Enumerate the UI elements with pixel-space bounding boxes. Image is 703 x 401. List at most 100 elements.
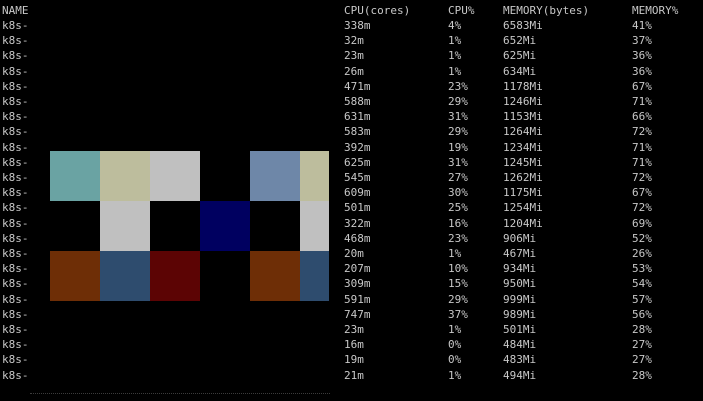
pod-name: k8s- <box>2 201 29 215</box>
pod-name: k8s- <box>2 34 29 48</box>
memory-percent-value: 37% <box>632 34 652 48</box>
garbled-text-artifact <box>30 393 330 400</box>
pixel-block <box>300 201 329 251</box>
cpu-cores-value: 392m <box>344 140 371 154</box>
memory-bytes-value: 1234Mi <box>503 140 543 154</box>
memory-percent-value: 27% <box>632 338 652 352</box>
memory-bytes-value: 467Mi <box>503 247 537 260</box>
memory-percent-value: 28% <box>632 368 652 382</box>
memory-bytes-value: 501Mi <box>503 323 537 336</box>
cpu-percent-value: 27% <box>448 171 468 184</box>
memory-bytes-value: 1254Mi <box>503 201 543 215</box>
cpu-percent-value: 10% <box>448 262 468 276</box>
cpu-percent-value: 0% <box>448 338 462 352</box>
memory-percent-value: 52% <box>632 231 652 245</box>
pod-name: k8s- <box>2 368 29 382</box>
cpu-cores-value: 21m <box>344 368 364 382</box>
pixelated-overlay <box>50 151 330 301</box>
memory-bytes-value: 634Mi <box>503 64 537 78</box>
table-row: k8s- 747m 37% 989Mi 56% <box>0 307 703 322</box>
cpu-percent-value: 29% <box>448 95 468 108</box>
pod-name: k8s- <box>2 307 29 321</box>
cpu-cores-value: 16m <box>344 338 364 352</box>
cpu-cores-value: 631m <box>344 110 371 124</box>
memory-bytes-value: 1246Mi <box>503 95 543 108</box>
cpu-cores-value: 23m <box>344 49 364 63</box>
table-row: k8s- 23m 1% 625Mi 36% <box>0 48 703 63</box>
pod-name: k8s- <box>2 262 29 276</box>
table-header: NAME CPU(cores) CPU% MEMORY(bytes) MEMOR… <box>0 3 703 18</box>
cpu-cores-value: 19m <box>344 353 364 367</box>
table-row: k8s- 23m 1% 501Mi 28% <box>0 322 703 337</box>
memory-percent-value: 71% <box>632 140 652 154</box>
cpu-percent-value: 25% <box>448 201 468 215</box>
cpu-cores-value: 338m <box>344 19 371 32</box>
table-row: k8s- 21m 1% 494Mi 28% <box>0 368 703 383</box>
memory-bytes-value: 989Mi <box>503 307 537 321</box>
memory-percent-value: 28% <box>632 323 652 336</box>
pod-name: k8s- <box>2 140 29 154</box>
memory-bytes-value: 652Mi <box>503 34 537 48</box>
pod-name: k8s- <box>2 19 29 32</box>
memory-bytes-value: 625Mi <box>503 49 537 63</box>
memory-percent-value: 57% <box>632 292 652 306</box>
memory-bytes-value: 950Mi <box>503 277 537 291</box>
pod-name: k8s- <box>2 110 29 124</box>
pod-name: k8s- <box>2 171 29 184</box>
table-row: k8s- 26m 1% 634Mi 36% <box>0 64 703 79</box>
cpu-cores-value: 26m <box>344 64 364 78</box>
memory-bytes-value: 999Mi <box>503 292 537 306</box>
pixel-block <box>200 201 250 251</box>
cpu-percent-value: 23% <box>448 79 468 93</box>
memory-percent-value: 67% <box>632 186 652 200</box>
cpu-cores-value: 545m <box>344 171 371 184</box>
cpu-cores-value: 501m <box>344 201 371 215</box>
pod-name: k8s- <box>2 323 29 336</box>
memory-bytes-value: 1204Mi <box>503 216 543 230</box>
memory-percent-value: 71% <box>632 155 652 169</box>
cpu-cores-value: 32m <box>344 34 364 48</box>
pixel-block <box>300 151 329 201</box>
pod-name: k8s- <box>2 155 29 169</box>
cpu-cores-value: 309m <box>344 277 371 291</box>
cpu-cores-value: 468m <box>344 231 371 245</box>
pod-name: k8s- <box>2 277 29 291</box>
memory-percent-value: 56% <box>632 307 652 321</box>
memory-bytes-value: 1175Mi <box>503 186 543 200</box>
memory-percent-value: 72% <box>632 171 652 184</box>
memory-bytes-value: 494Mi <box>503 368 537 382</box>
cpu-percent-value: 0% <box>448 353 462 367</box>
cpu-cores-value: 591m <box>344 292 371 306</box>
memory-percent-value: 36% <box>632 49 652 63</box>
memory-percent-value: 41% <box>632 19 652 32</box>
pixel-block <box>250 151 300 201</box>
cpu-percent-value: 16% <box>448 216 468 230</box>
terminal-window[interactable]: NAME CPU(cores) CPU% MEMORY(bytes) MEMOR… <box>0 0 703 401</box>
pod-name: k8s- <box>2 64 29 78</box>
cpu-percent-value: 1% <box>448 368 462 382</box>
pod-name: k8s- <box>2 247 29 260</box>
memory-percent-value: 72% <box>632 125 652 139</box>
pod-name: k8s- <box>2 216 29 230</box>
cpu-cores-value: 20m <box>344 247 364 260</box>
memory-percent-value: 66% <box>632 110 652 124</box>
cpu-percent-value: 1% <box>448 49 462 63</box>
pod-name: k8s- <box>2 292 29 306</box>
pod-name: k8s- <box>2 353 29 367</box>
memory-bytes-value: 1245Mi <box>503 155 543 169</box>
memory-bytes-value: 1264Mi <box>503 125 543 139</box>
memory-percent-value: 27% <box>632 353 652 367</box>
memory-percent-value: 53% <box>632 262 652 276</box>
cpu-percent-value: 30% <box>448 186 468 200</box>
pod-name: k8s- <box>2 186 29 200</box>
pod-name: k8s- <box>2 79 29 93</box>
cpu-percent-value: 29% <box>448 292 468 306</box>
cpu-cores-value: 471m <box>344 79 371 93</box>
cpu-percent-value: 15% <box>448 277 468 291</box>
cpu-cores-value: 609m <box>344 186 371 200</box>
cpu-cores-value: 322m <box>344 216 371 230</box>
cpu-cores-value: 747m <box>344 307 371 321</box>
pixel-block <box>100 201 150 251</box>
cpu-percent-value: 23% <box>448 231 468 245</box>
pixel-block <box>100 151 150 201</box>
